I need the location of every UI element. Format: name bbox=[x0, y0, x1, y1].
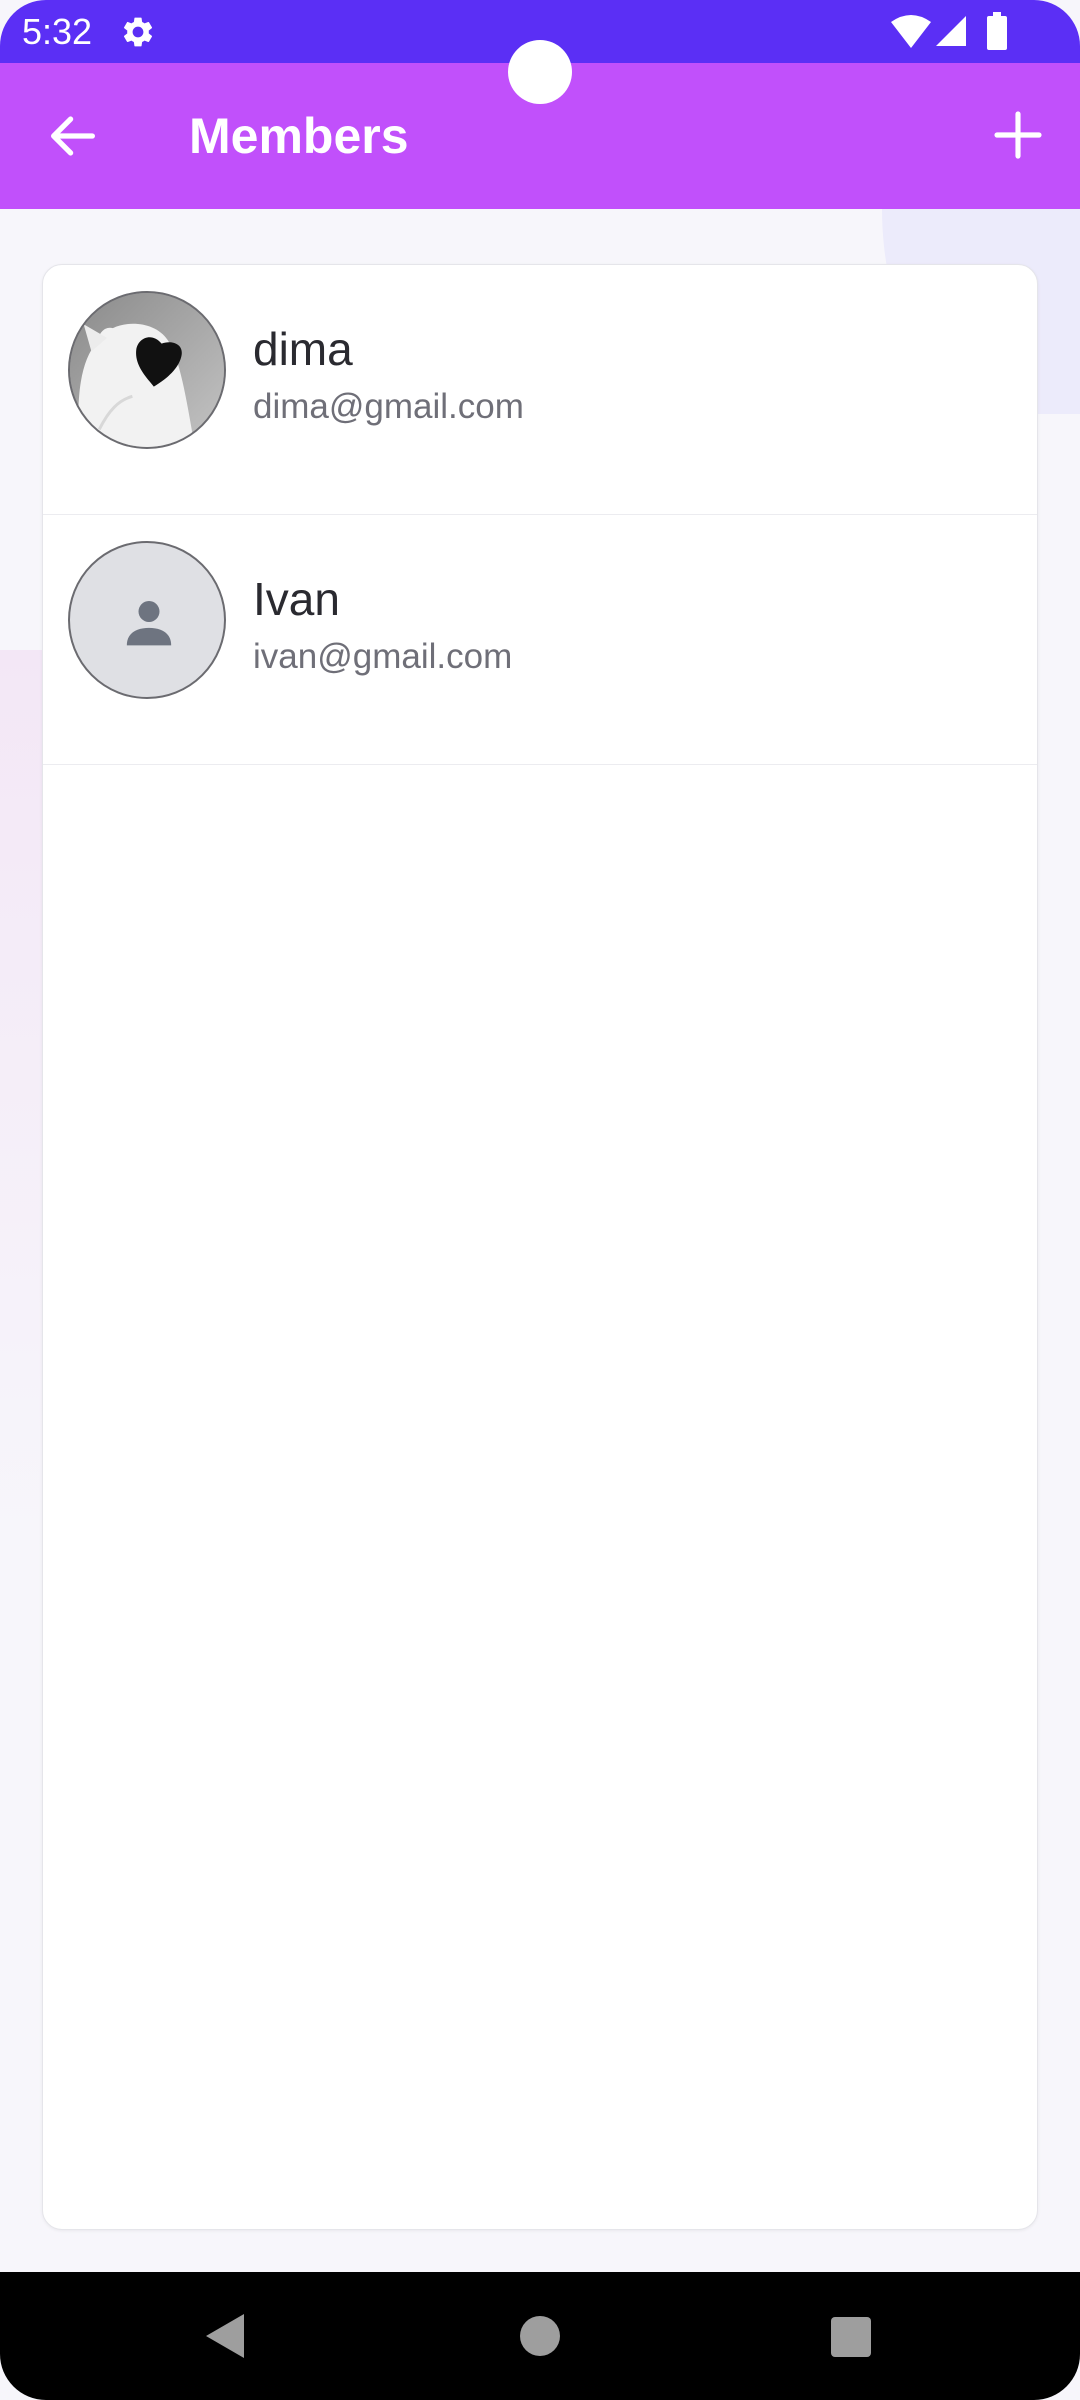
member-name: Ivan bbox=[253, 573, 340, 625]
avatar-photo bbox=[68, 291, 226, 449]
status-time: 5:32 bbox=[22, 11, 93, 52]
members-list-card: dima dima@gmail.com Ivan ivan@gmail.com bbox=[42, 264, 1038, 2230]
member-row-dima[interactable]: dima dima@gmail.com bbox=[43, 265, 1037, 515]
member-row-ivan[interactable]: Ivan ivan@gmail.com bbox=[43, 515, 1037, 765]
battery-icon bbox=[987, 12, 1007, 50]
camera-cutout bbox=[508, 40, 572, 104]
page-title: Members bbox=[189, 108, 409, 164]
plus-icon[interactable] bbox=[990, 107, 1046, 163]
signal-icon bbox=[936, 16, 966, 46]
wifi-icon bbox=[891, 15, 931, 48]
recents-square-icon[interactable] bbox=[831, 2317, 871, 2357]
home-circle-icon[interactable] bbox=[520, 2316, 560, 2356]
system-navigation-bar bbox=[0, 2272, 1080, 2400]
arrow-left-icon[interactable] bbox=[44, 107, 102, 165]
member-name: dima bbox=[253, 323, 353, 375]
gear-icon bbox=[123, 17, 153, 47]
back-triangle-icon[interactable] bbox=[204, 2312, 246, 2360]
person-icon bbox=[126, 601, 172, 646]
member-email: ivan@gmail.com bbox=[253, 637, 513, 676]
cat-photo-icon bbox=[70, 293, 224, 447]
avatar-default bbox=[68, 541, 226, 699]
member-email: dima@gmail.com bbox=[253, 387, 524, 426]
